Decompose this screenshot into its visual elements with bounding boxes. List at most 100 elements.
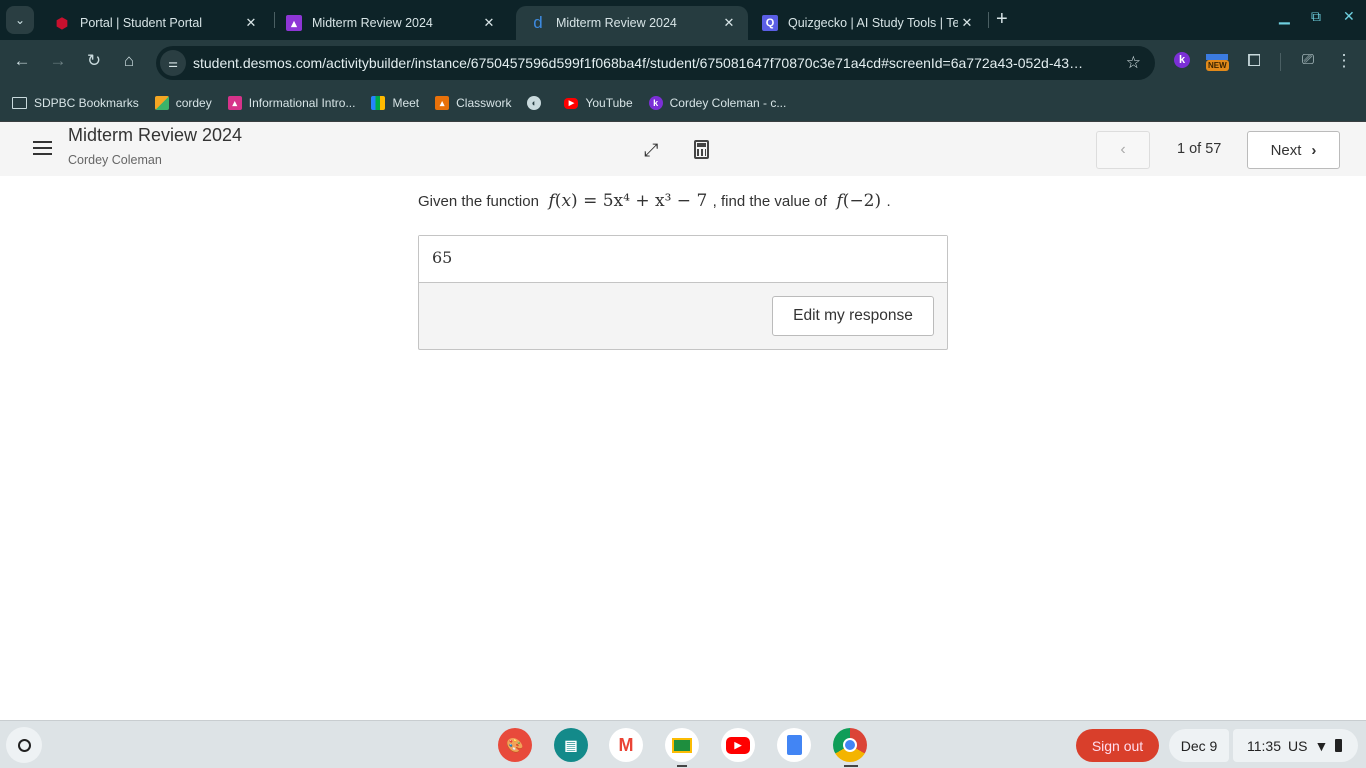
launcher-button[interactable] [6, 727, 42, 763]
classroom-icon[interactable] [665, 728, 699, 762]
running-indicator [677, 765, 687, 767]
bookmark-label: SDPBC Bookmarks [34, 96, 139, 110]
date-display[interactable]: Dec 9 [1169, 729, 1229, 762]
bookmark-globe[interactable]: ◐ [527, 96, 548, 110]
toolbar-separator [1280, 53, 1281, 71]
tab-desmos-midterm[interactable]: d Midterm Review 2024 ✕ [516, 6, 748, 40]
chrome-icon[interactable] [833, 728, 867, 762]
bookmark-informational-intro[interactable]: ▴ Informational Intro... [227, 96, 356, 110]
cast-icon[interactable]: ⎚ [1297, 51, 1319, 68]
tab-separator [988, 12, 989, 28]
bookmark-cordey[interactable]: cordey [154, 96, 212, 110]
launcher-icon [17, 738, 31, 752]
extension-new[interactable]: NEW [1206, 54, 1229, 71]
edit-response-button[interactable]: Edit my response [772, 296, 934, 336]
chevron-right-icon: › [1311, 141, 1317, 159]
tab-search-button[interactable]: ⌄ [6, 6, 34, 34]
meet-icon [371, 96, 386, 110]
running-indicator [844, 765, 858, 767]
wifi-icon: ▼ [1314, 737, 1329, 754]
bookmark-label: cordey [175, 96, 212, 110]
sign-out-button[interactable]: Sign out [1076, 729, 1159, 762]
tab-title: Midterm Review 2024 [556, 16, 677, 30]
tab-title: Portal | Student Portal [80, 16, 203, 30]
cube-icon [154, 96, 169, 110]
classroom-icon: ▴ [435, 96, 450, 110]
close-icon[interactable]: ✕ [958, 15, 976, 31]
bookmark-label: Cordey Coleman - c... [669, 96, 787, 110]
new-tab-button[interactable]: + [996, 9, 1008, 29]
tab-quizgecko[interactable]: Q Quizgecko | AI Study Tools | Tes ✕ [748, 6, 986, 40]
student-name: Cordey Coleman [68, 153, 162, 167]
minimize-button[interactable]: ▁ [1279, 8, 1290, 25]
menu-hamburger-icon[interactable] [33, 141, 52, 159]
battery-icon [1335, 739, 1343, 752]
tab-title: Midterm Review 2024 [312, 16, 433, 30]
site-settings-icon[interactable]: ⚌ [160, 50, 186, 76]
bookmark-sdpbc[interactable]: SDPBC Bookmarks [12, 96, 139, 110]
function-expression: f(x) = 5x⁴ + x³ − 7 [548, 191, 708, 211]
classroom-icon: ▴ [227, 96, 242, 110]
canvas-icon[interactable]: 🎨 [498, 728, 532, 762]
function-name: f [548, 191, 555, 211]
reload-button[interactable]: ↻ [83, 51, 105, 71]
activity-header: Midterm Review 2024 Cordey Coleman ⤢ ‹ 1… [0, 121, 1366, 176]
bookmark-meet[interactable]: Meet [371, 96, 419, 110]
url-text[interactable]: student.desmos.com/activitybuilder/insta… [193, 55, 1113, 71]
question-suffix: . [886, 193, 891, 210]
chevron-down-icon: ⌄ [14, 13, 26, 27]
bookmark-star-icon[interactable]: ☆ [1126, 53, 1141, 73]
close-icon[interactable]: ✕ [720, 15, 738, 31]
tab-title: Quizgecko | AI Study Tools | Tes [788, 16, 958, 30]
folder-icon [12, 97, 27, 109]
response-container: 65 Edit my response [418, 235, 948, 350]
response-value: 65 [419, 236, 947, 283]
time-display: 11:35 [1247, 737, 1281, 754]
forward-button[interactable]: → [47, 51, 69, 71]
tab-classroom-midterm[interactable]: ▴ Midterm Review 2024 ✕ [272, 6, 508, 40]
page-indicator: 1 of 57 [1177, 141, 1222, 157]
activity-title: Midterm Review 2024 [68, 125, 243, 145]
tab-portal[interactable]: ⬢ Portal | Student Portal ✕ [40, 6, 270, 40]
extension-k[interactable]: k [1174, 52, 1190, 68]
question-prefix: Given the function [418, 193, 539, 210]
youtube-icon[interactable]: ▶ [721, 728, 755, 762]
bookmark-cordey-coleman[interactable]: k Cordey Coleman - c... [648, 96, 787, 110]
bookmark-label: Classwork [456, 96, 512, 110]
home-button[interactable]: ⌂ [118, 51, 140, 71]
restore-button[interactable]: ⧉ [1311, 8, 1321, 25]
previous-button[interactable]: ‹ [1096, 131, 1150, 169]
extensions-puzzle-icon[interactable]: ⧠ [1243, 51, 1265, 71]
desmos-icon: d [533, 13, 543, 32]
chevron-left-icon: ‹ [1120, 141, 1126, 158]
portal-icon: ⬢ [55, 14, 69, 31]
calculator-icon[interactable] [694, 140, 709, 159]
back-button[interactable]: ← [11, 51, 33, 71]
k-icon: k [648, 96, 663, 110]
close-window-button[interactable]: ✕ [1343, 8, 1355, 25]
tab-strip: ⌄ ⬢ Portal | Student Portal ✕ ▴ Midterm … [0, 0, 1366, 40]
status-tray[interactable]: 11:35 US ▼ [1233, 729, 1358, 762]
docs-icon[interactable] [777, 728, 811, 762]
menu-kebab-icon[interactable]: ⋮ [1333, 51, 1355, 71]
bookmark-label: YouTube [585, 96, 633, 110]
question-middle: , find the value of [712, 193, 827, 210]
next-button[interactable]: Next › [1247, 131, 1340, 169]
question-text: Given the function f(x) = 5x⁴ + x³ − 7 ,… [418, 191, 891, 211]
bookmark-youtube[interactable]: ▶ YouTube [564, 96, 633, 110]
close-icon[interactable]: ✕ [480, 15, 498, 31]
os-shelf: 🎨 ▤ M ▶ Sign out Dec 9 11:35 US ▼ [0, 720, 1366, 768]
bookmark-classwork[interactable]: ▴ Classwork [435, 96, 511, 110]
next-label: Next [1270, 141, 1302, 159]
browser-toolbar: ← → ↻ ⌂ ⚌ student.desmos.com/activitybui… [0, 40, 1366, 85]
expand-icon[interactable]: ⤢ [644, 140, 658, 161]
eval-argument: −2 [849, 191, 875, 211]
quizgecko-icon: Q [762, 15, 778, 31]
bookmark-label: Informational Intro... [248, 96, 356, 110]
screencast-icon[interactable]: ▤ [554, 728, 588, 762]
address-bar[interactable]: ⚌ student.desmos.com/activitybuilder/ins… [156, 46, 1155, 80]
close-icon[interactable]: ✕ [242, 15, 260, 31]
bookmark-label: Meet [392, 96, 420, 110]
gmail-icon[interactable]: M [609, 728, 643, 762]
function-variable: x [561, 191, 572, 211]
